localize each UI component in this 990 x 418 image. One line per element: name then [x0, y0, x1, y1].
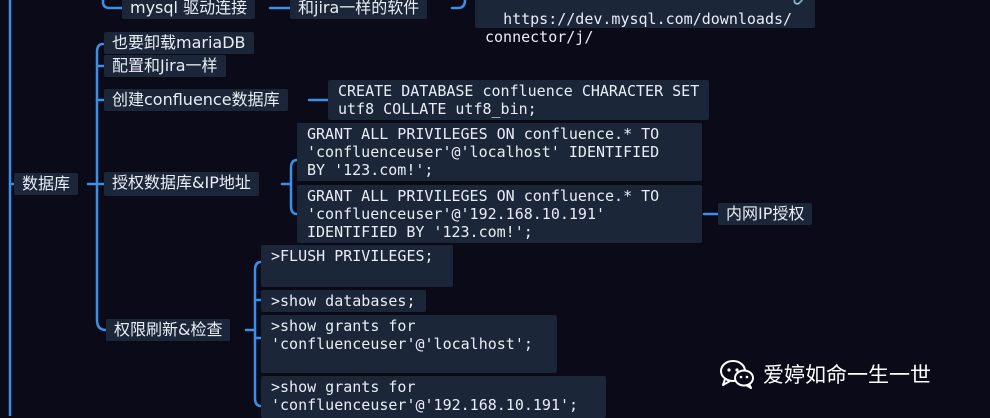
node-grant-lan-sql[interactable]: GRANT ALL PRIVILEGES ON confluence.* TO …: [297, 185, 702, 243]
node-create-db-sql[interactable]: CREATE DATABASE confluence CHARACTER SET…: [328, 80, 710, 120]
watermark-text: 爱婷如命一生一世: [763, 363, 931, 387]
node-flush-privileges[interactable]: >FLUSH PRIVILEGES;: [261, 245, 453, 287]
node-connector-url[interactable]: https://dev.mysql.com/downloads/ connect…: [475, 0, 815, 46]
node-config-like-jira[interactable]: 配置和Jira一样: [104, 55, 226, 77]
node-like-jira-software[interactable]: 和jira一样的软件: [290, 0, 428, 19]
node-lan-ip-grant[interactable]: 内网IP授权: [718, 203, 813, 225]
node-create-db[interactable]: 创建confluence数据库: [104, 89, 288, 111]
node-refresh-check[interactable]: 权限刷新&检查: [106, 319, 231, 341]
node-show-databases[interactable]: >show databases;: [261, 290, 426, 312]
node-uninstall-mariadb[interactable]: 也要卸载mariaDB: [104, 32, 254, 54]
wechat-icon: [720, 360, 754, 389]
watermark: 爱婷如命一生一世: [719, 356, 931, 392]
node-grant-localhost-sql[interactable]: GRANT ALL PRIVILEGES ON confluence.* TO …: [297, 123, 702, 181]
node-show-grants-lan[interactable]: >show grants for 'confluenceuser'@'192.1…: [261, 376, 606, 418]
link-icon[interactable]: 🔗: [793, 0, 809, 8]
node-mysql-driver[interactable]: mysql 驱动连接: [122, 0, 256, 19]
node-grant-db-ip[interactable]: 授权数据库&IP地址: [104, 172, 259, 196]
node-database[interactable]: 数据库: [14, 173, 79, 195]
node-show-grants-localhost[interactable]: >show grants for 'confluenceuser'@'local…: [261, 315, 557, 373]
